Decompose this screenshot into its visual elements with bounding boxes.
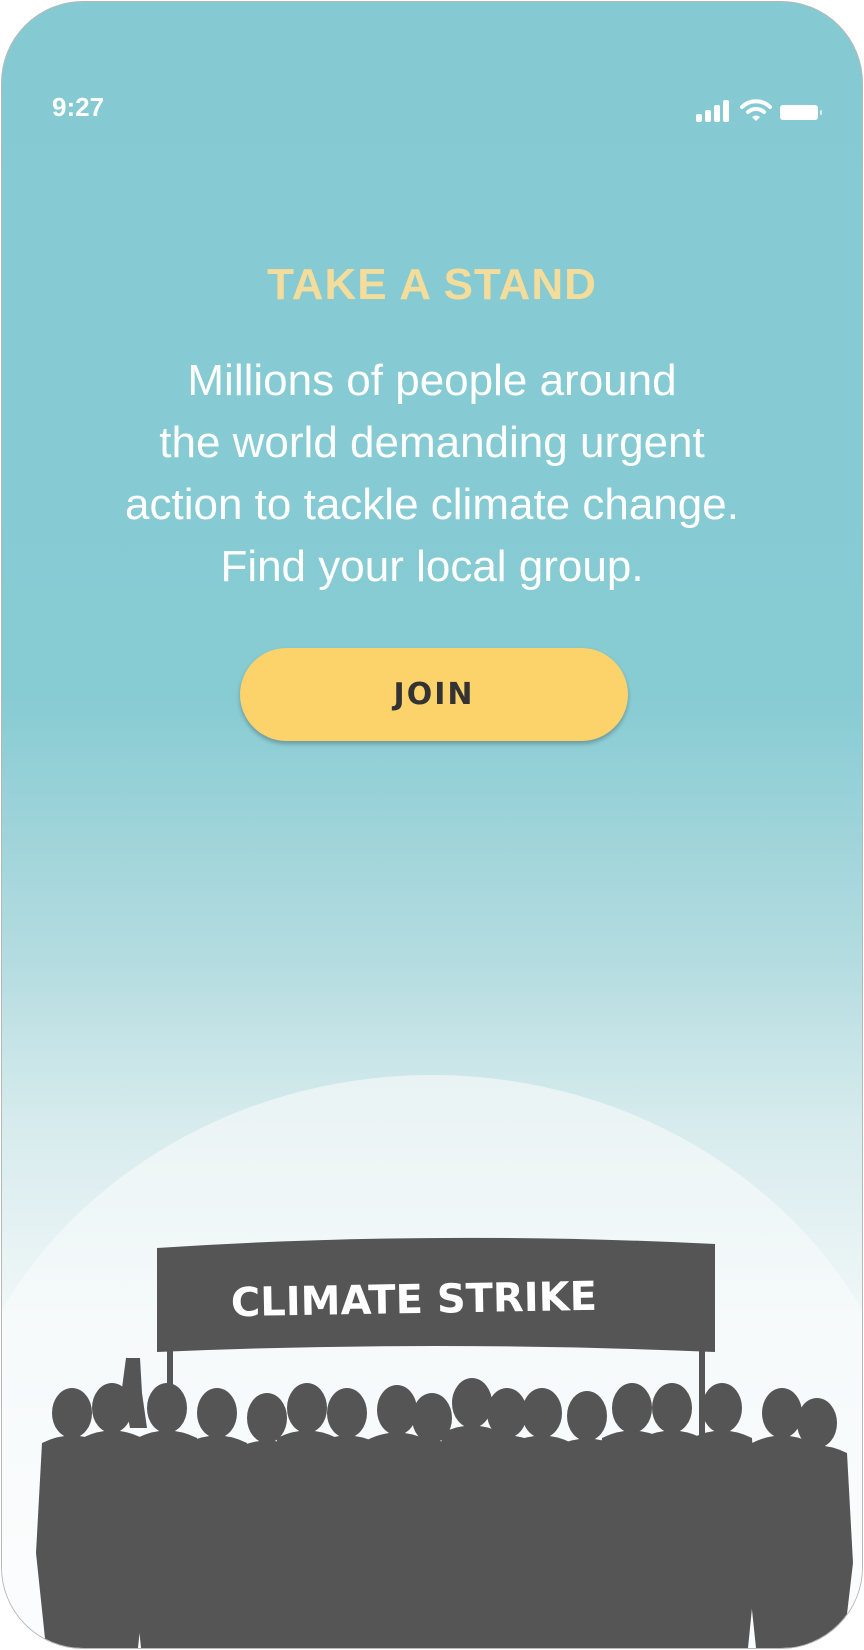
person-head <box>797 1398 837 1448</box>
hero-description-line: Millions of people around <box>187 356 677 405</box>
person-head <box>702 1383 742 1433</box>
person-head <box>567 1391 607 1441</box>
person-head <box>52 1388 92 1438</box>
status-icons <box>696 98 824 122</box>
person-head <box>522 1388 562 1438</box>
cellular-signal-icon <box>696 100 729 122</box>
join-button[interactable]: JOIN <box>240 648 628 741</box>
person-head <box>147 1383 187 1433</box>
person-head <box>652 1383 692 1433</box>
person-head <box>287 1383 327 1433</box>
climate-strike-illustration: CLIMATE STRIKE <box>36 1237 853 1648</box>
hero-title: TAKE A STAND <box>267 260 597 309</box>
hero-description-line: action to tackle climate change. <box>125 480 739 529</box>
person-head <box>197 1388 237 1438</box>
wifi-icon <box>740 99 772 121</box>
person-head <box>247 1393 287 1443</box>
status-time: 9:27 <box>52 92 105 122</box>
crowd-silhouette <box>36 1358 853 1648</box>
person-head <box>327 1388 367 1438</box>
hero-description-line: the world demanding urgent <box>159 418 705 467</box>
person-head <box>487 1388 527 1438</box>
person-body <box>781 1445 853 1648</box>
person-head <box>452 1378 492 1428</box>
hero-description-line: Find your local group. <box>220 542 644 591</box>
hero-description: Millions of people around the world dema… <box>62 350 802 598</box>
phone-screen: 9:27 TAKE A STAND Millions of people aro… <box>1 1 863 1649</box>
banner-text: CLIMATE STRIKE <box>231 1274 598 1326</box>
person-head <box>377 1385 417 1435</box>
person-head <box>612 1383 652 1433</box>
person-head <box>762 1388 802 1438</box>
battery-icon <box>780 105 822 120</box>
